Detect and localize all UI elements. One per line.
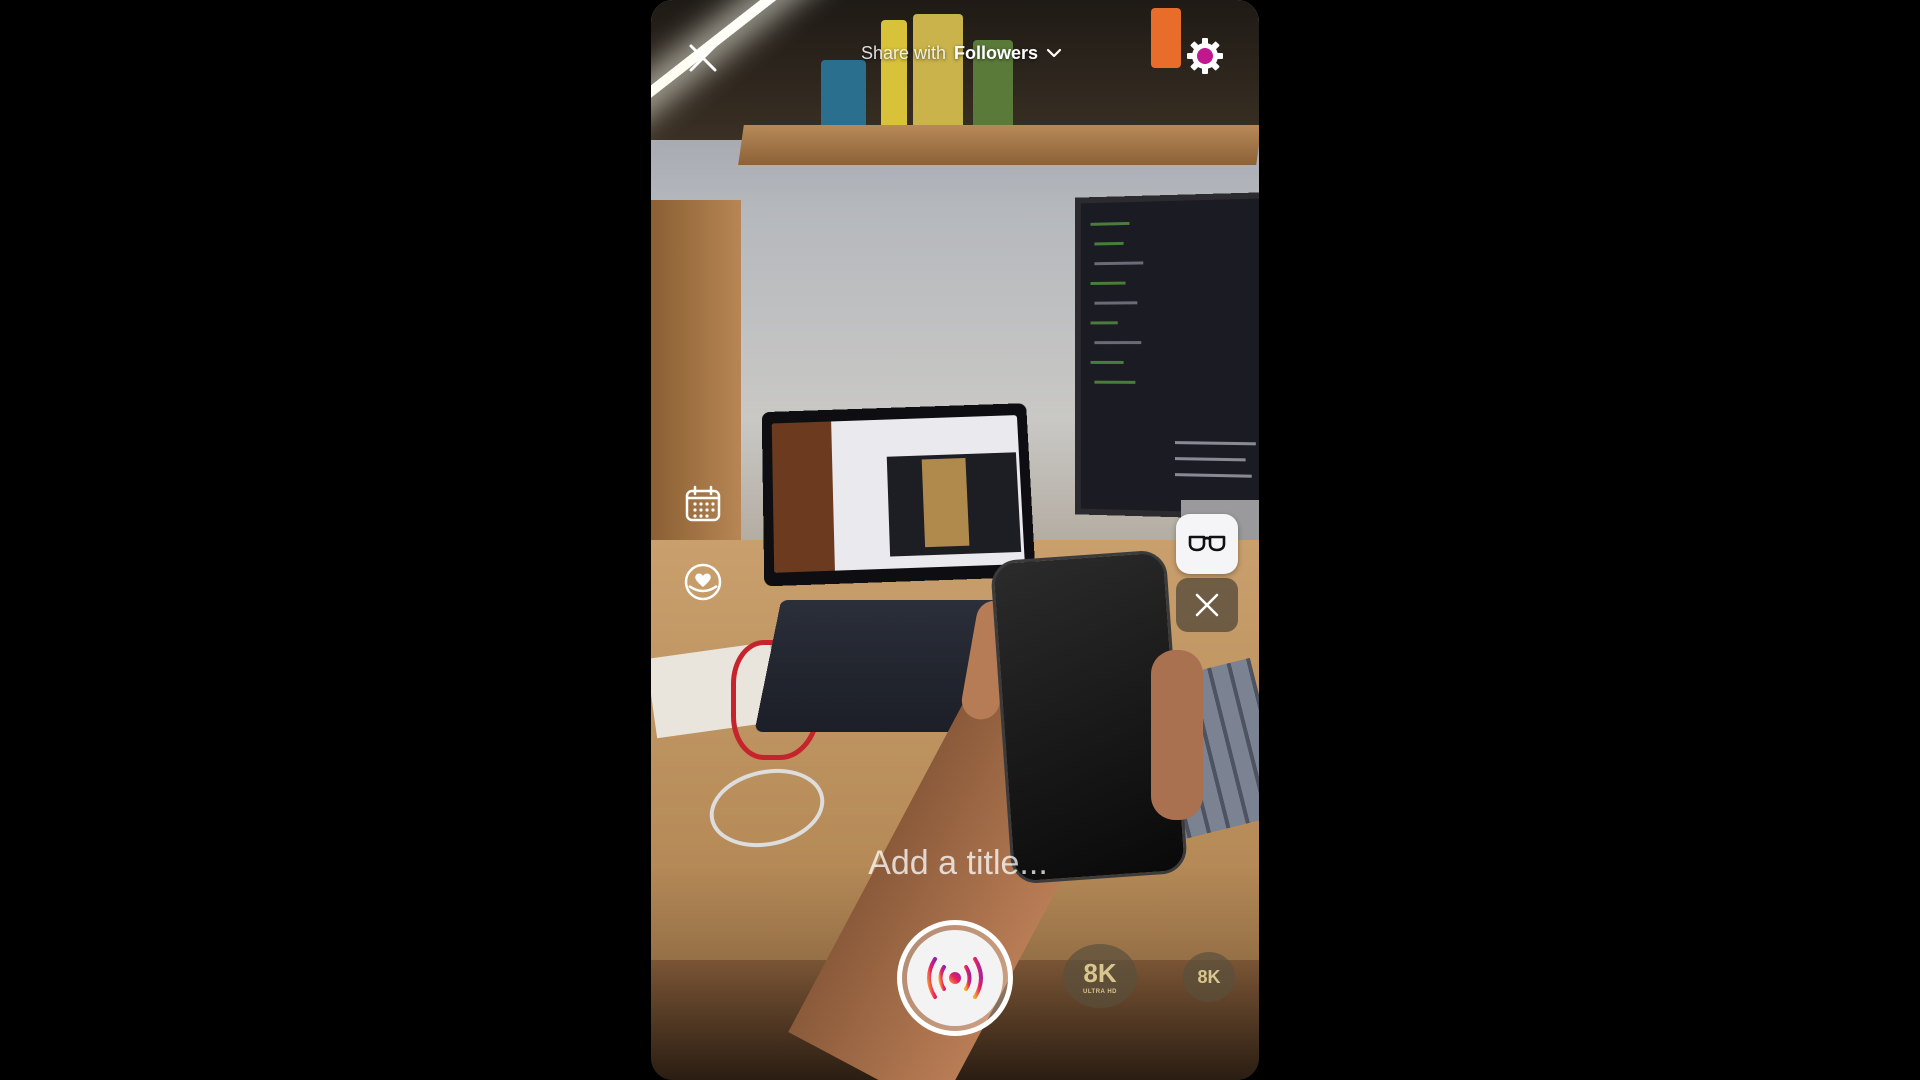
close-icon bbox=[689, 44, 717, 72]
glasses-button[interactable] bbox=[1176, 514, 1238, 574]
live-broadcast-icon bbox=[927, 957, 983, 999]
share-audience-label: Followers bbox=[954, 42, 1039, 63]
heart-badge-icon bbox=[684, 563, 722, 601]
schedule-button[interactable] bbox=[681, 482, 725, 526]
phone-screen: Share with Followers Add a title... 8K U… bbox=[651, 0, 1259, 1080]
effect-8k-small-label: 8K bbox=[1197, 966, 1221, 987]
effect-8k-sublabel: ULTRA HD bbox=[1083, 988, 1117, 995]
effect-8k-label: 8K bbox=[1083, 957, 1117, 988]
calendar-icon bbox=[685, 485, 721, 522]
settings-button[interactable] bbox=[1183, 34, 1227, 78]
live-setup-overlay: Share with Followers Add a title... 8K U… bbox=[651, 0, 1259, 1080]
dismiss-glasses-button[interactable] bbox=[1176, 578, 1238, 632]
glasses-icon bbox=[1188, 535, 1226, 552]
go-live-button[interactable] bbox=[897, 920, 1013, 1036]
fundraiser-button[interactable] bbox=[681, 560, 725, 604]
chevron-down-icon bbox=[1046, 48, 1062, 58]
go-live-button-inner bbox=[907, 930, 1003, 1026]
close-icon bbox=[1195, 593, 1219, 617]
effect-8k[interactable]: 8K bbox=[1183, 952, 1235, 1002]
share-audience-selector[interactable]: Share with Followers bbox=[861, 38, 1062, 68]
title-input[interactable] bbox=[791, 838, 1125, 888]
close-button[interactable] bbox=[683, 38, 723, 78]
share-prefix-label: Share with bbox=[861, 42, 947, 63]
effect-8k-ultra-hd[interactable]: 8K ULTRA HD bbox=[1063, 944, 1137, 1008]
gear-icon bbox=[1187, 38, 1223, 74]
